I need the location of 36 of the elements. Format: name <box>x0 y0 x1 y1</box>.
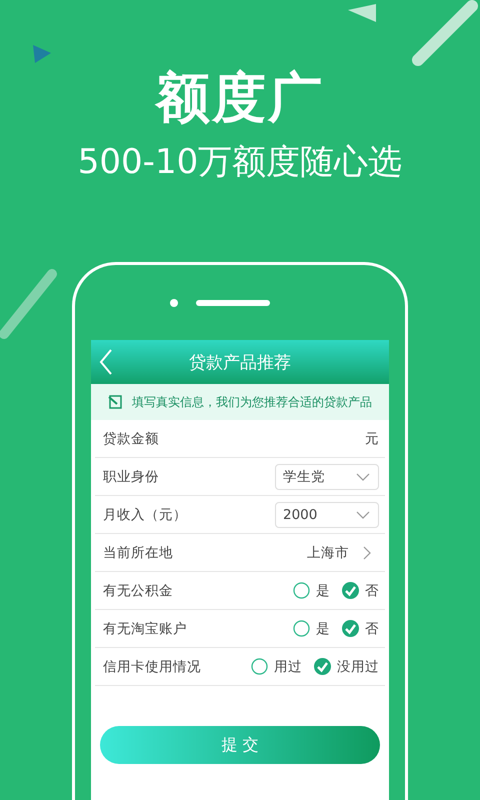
field-label: 职业身份 <box>103 468 159 486</box>
notice-text: 填写真实信息，我们为您推荐合适的贷款产品 <box>132 394 372 410</box>
option-label: 是 <box>316 582 330 600</box>
speaker-icon <box>196 300 270 306</box>
option-label: 否 <box>365 582 379 600</box>
option-label: 没用过 <box>337 658 379 676</box>
camera-icon <box>170 298 178 306</box>
triangle-decoration <box>348 4 378 24</box>
radio-button[interactable] <box>342 582 359 599</box>
option-label: 用过 <box>274 658 302 676</box>
headline: 额度广 <box>154 68 325 128</box>
field-label: 月收入（元） <box>103 506 187 524</box>
radio-button[interactable] <box>293 582 310 599</box>
chevron-right-icon <box>363 546 371 560</box>
amount-input[interactable]: 元 <box>365 430 379 448</box>
triangle-decoration <box>33 45 51 63</box>
radio-button[interactable] <box>293 620 310 637</box>
subtitle: 500-10万额度随心选 <box>76 141 404 184</box>
location-link[interactable]: 上海市 <box>307 544 349 562</box>
field-label: 有无淘宝账户 <box>103 620 187 638</box>
screen-title: 贷款产品推荐 <box>189 352 291 374</box>
radio-button[interactable] <box>342 620 359 637</box>
field-label: 有无公积金 <box>103 582 173 600</box>
field-label: 当前所在地 <box>103 544 173 562</box>
option-label: 否 <box>365 620 379 638</box>
pencil-note-icon <box>108 395 124 409</box>
radio-button[interactable] <box>314 658 331 675</box>
option-label: 是 <box>316 620 330 638</box>
radio-button[interactable] <box>251 658 268 675</box>
back-icon[interactable] <box>99 349 113 375</box>
field-label: 信用卡使用情况 <box>103 658 201 676</box>
dropdown[interactable]: 学生党 <box>275 464 379 490</box>
field-label: 贷款金额 <box>103 430 159 448</box>
dropdown[interactable]: 2000 <box>275 502 379 528</box>
chevron-down-icon <box>356 472 370 480</box>
chevron-down-icon <box>356 510 370 518</box>
